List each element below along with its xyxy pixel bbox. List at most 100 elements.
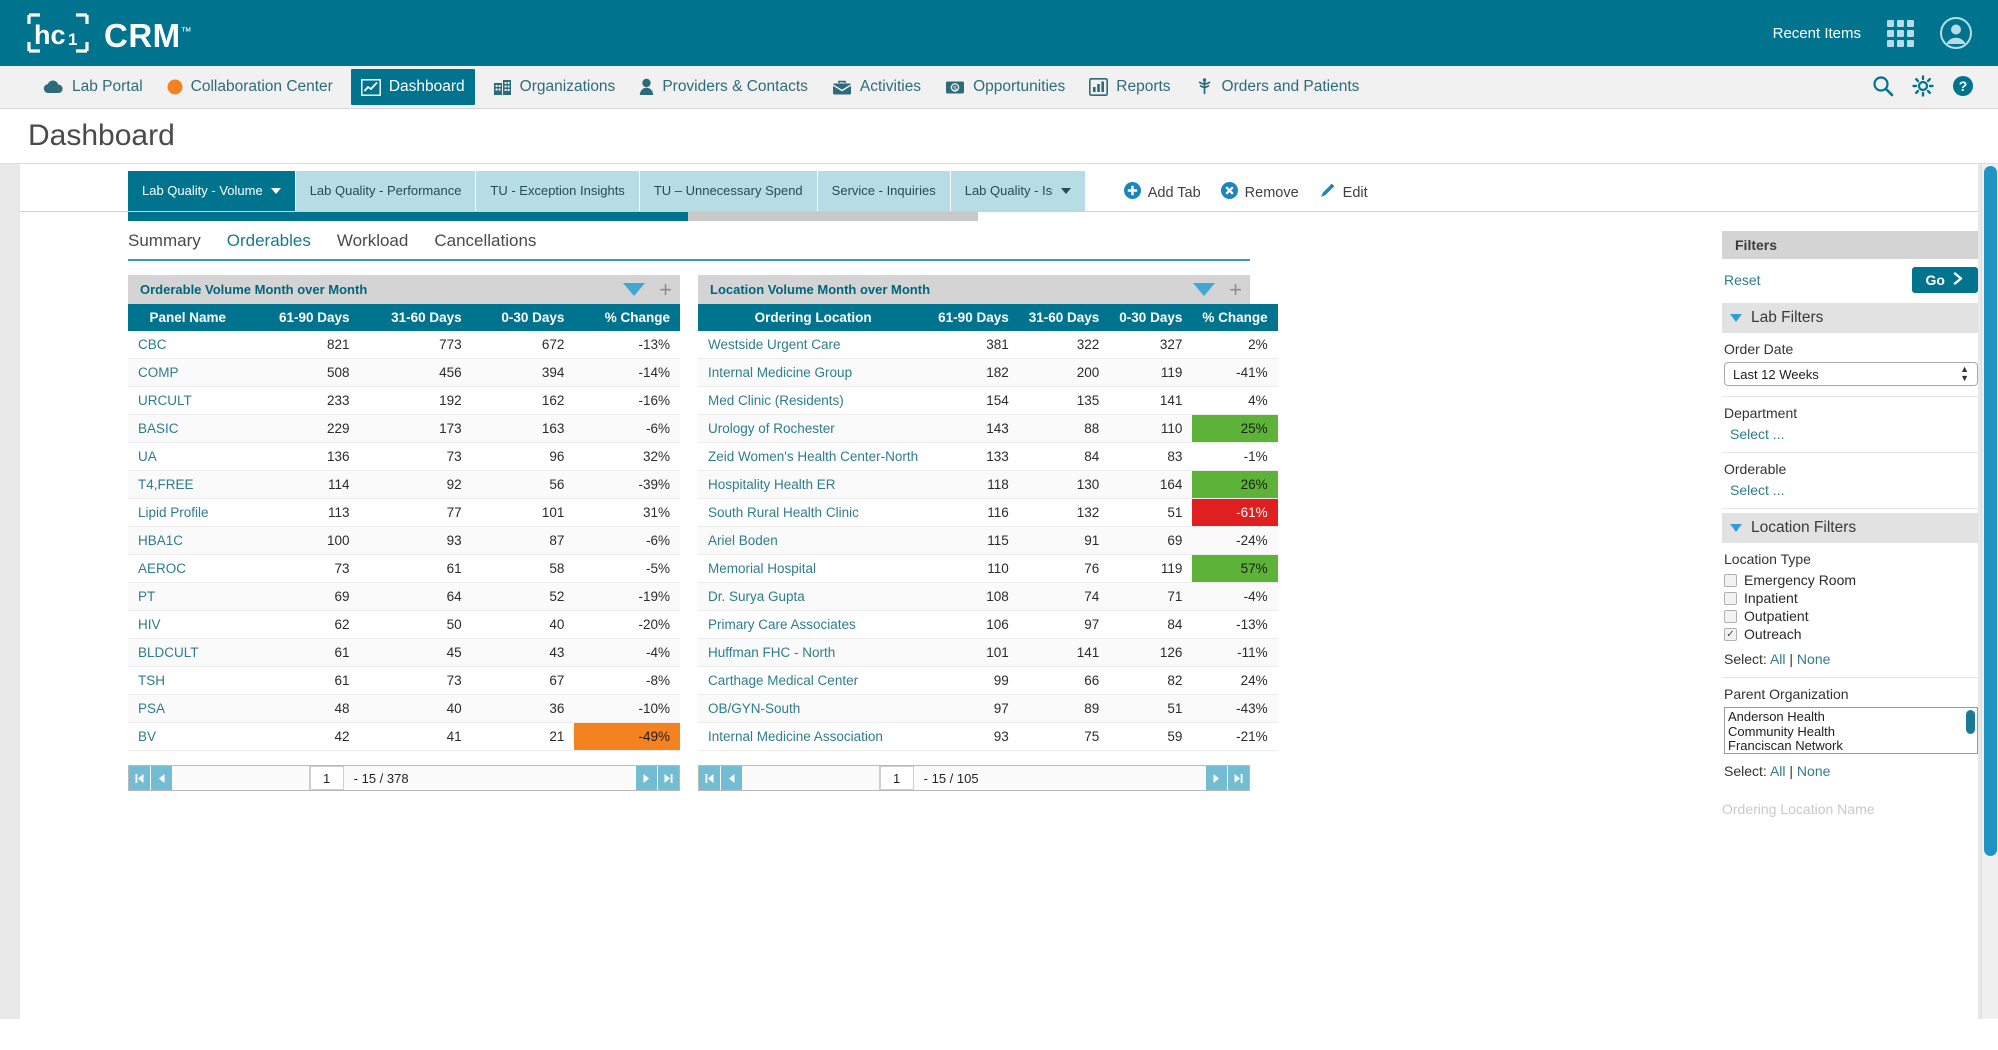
prev-page-button[interactable] [721, 766, 743, 790]
listbox-option[interactable]: Franciscan Network [1728, 738, 1974, 753]
table-row[interactable]: URCULT 233 192 162 -16% [128, 386, 680, 415]
dashboard-tab-lab-quality-volume[interactable]: Lab Quality - Volume [128, 171, 295, 211]
cell-name[interactable]: Primary Care Associates [698, 610, 929, 639]
cell-name[interactable]: T4,FREE [128, 470, 248, 499]
table-row[interactable]: UA 136 73 96 32% [128, 442, 680, 471]
search-icon[interactable] [1872, 75, 1894, 100]
chevron-down-icon[interactable] [270, 187, 281, 194]
col-31-60-days[interactable]: 31-60 Days [359, 304, 472, 331]
table-row[interactable]: PT 69 64 52 -19% [128, 582, 680, 611]
col-0-30-days[interactable]: 0-30 Days [1109, 304, 1193, 331]
cell-name[interactable]: CBC [128, 331, 248, 359]
tab-strip-scrollbar-thumb[interactable] [128, 212, 688, 221]
table-row[interactable]: Lipid Profile 113 77 101 31% [128, 498, 680, 527]
nav-item-opportunities[interactable]: $ Opportunities [933, 66, 1077, 108]
dashboard-tab-lab-quality-issues[interactable]: Lab Quality - Iss [950, 171, 1085, 211]
table-row[interactable]: TSH 61 73 67 -8% [128, 666, 680, 695]
cell-name[interactable]: Dr. Surya Gupta [698, 582, 929, 611]
page-number-input[interactable]: 1 [309, 766, 344, 790]
nav-item-organizations[interactable]: Organizations [481, 66, 628, 108]
widget-add-icon[interactable]: + [1229, 278, 1242, 301]
listbox-scrollbar[interactable] [1966, 710, 1975, 734]
checkbox-inpatient[interactable] [1724, 591, 1737, 605]
table-row[interactable]: BLDCULT 61 45 43 -4% [128, 638, 680, 667]
col-panel-name[interactable]: Panel Name [128, 304, 248, 331]
table-row[interactable]: HIV 62 50 40 -20% [128, 610, 680, 639]
pager-track[interactable] [173, 766, 310, 790]
table-row[interactable]: CBC 821 773 672 -13% [128, 331, 680, 359]
checkbox-row-inpatient[interactable]: Inpatient [1724, 590, 1978, 606]
cell-name[interactable]: South Rural Health Clinic [698, 498, 929, 527]
col-0-30-days[interactable]: 0-30 Days [471, 304, 575, 331]
checkbox-outreach[interactable]: ✓ [1724, 627, 1737, 641]
cell-name[interactable]: Zeid Women's Health Center-North [698, 442, 929, 471]
cell-name[interactable]: HIV [128, 610, 248, 639]
table-row[interactable]: COMP 508 456 394 -14% [128, 358, 680, 387]
table-row[interactable]: HBA1C 100 93 87 -6% [128, 526, 680, 555]
widget-filter-caret-icon[interactable] [1193, 283, 1216, 296]
checkbox-outpatient[interactable] [1724, 609, 1737, 623]
cell-name[interactable]: Ariel Boden [698, 526, 929, 555]
table-row[interactable]: Westside Urgent Care 381 322 327 2% [698, 331, 1278, 359]
table-row[interactable]: Internal Medicine Association 93 75 59 -21% [698, 722, 1278, 751]
dashboard-tab-service-inquiries[interactable]: Service - Inquiries [817, 171, 950, 211]
reset-filters-link[interactable]: Reset [1724, 272, 1761, 288]
listbox-option[interactable]: Anderson Health [1728, 709, 1974, 725]
checkbox-row-emergency-room[interactable]: Emergency Room [1724, 572, 1978, 588]
last-page-button[interactable] [657, 766, 679, 790]
checkbox-row-outpatient[interactable]: Outpatient [1724, 608, 1978, 624]
dashboard-tab-lab-quality-performance[interactable]: Lab Quality - Performance [295, 171, 476, 211]
dashboard-tab-tu-unnecessary-spend[interactable]: TU – Unnecessary Spend [639, 171, 817, 211]
edit-tab-button[interactable]: Edit [1319, 182, 1368, 203]
cell-name[interactable]: Internal Medicine Association [698, 722, 929, 751]
next-page-button[interactable] [1205, 766, 1227, 790]
subtab-cancellations[interactable]: Cancellations [434, 231, 536, 251]
table-row[interactable]: OB/GYN-South 97 89 51 -43% [698, 694, 1278, 723]
recent-items-link[interactable]: Recent Items [1773, 25, 1861, 42]
lab-filters-section-header[interactable]: Lab Filters [1722, 303, 1978, 333]
next-page-button[interactable] [635, 766, 657, 790]
page-scrollbar-thumb[interactable] [1984, 166, 1997, 856]
table-row[interactable]: BASIC 229 173 163 -6% [128, 414, 680, 443]
col-61-90-days[interactable]: 61-90 Days [247, 304, 360, 331]
table-row[interactable]: Zeid Women's Health Center-North 133 84 83 -… [698, 442, 1278, 471]
cell-name[interactable]: Urology of Rochester [698, 414, 929, 443]
widget-add-icon[interactable]: + [659, 278, 672, 301]
nav-item-activities[interactable]: Activities [820, 66, 933, 108]
tab-strip-scrollbar[interactable] [128, 212, 978, 221]
cell-name[interactable]: PSA [128, 694, 248, 723]
nav-item-collaboration-center[interactable]: Collaboration Center [155, 66, 345, 108]
cell-name[interactable]: UA [128, 442, 248, 471]
subtab-summary[interactable]: Summary [128, 231, 201, 251]
add-tab-button[interactable]: Add Tab [1123, 182, 1201, 203]
nav-item-lab-portal[interactable]: Lab Portal [30, 66, 155, 108]
nav-item-orders-and-patients[interactable]: Orders and Patients [1183, 66, 1372, 108]
widget-filter-caret-icon[interactable] [623, 283, 646, 296]
table-row[interactable]: AEROC 73 61 58 -5% [128, 554, 680, 583]
select-all-link[interactable]: All [1770, 763, 1786, 779]
select-none-link[interactable]: None [1797, 651, 1830, 667]
cell-name[interactable]: Westside Urgent Care [698, 331, 929, 359]
table-row[interactable]: Carthage Medical Center 99 66 82 24% [698, 666, 1278, 695]
parent-organization-listbox[interactable]: Anderson Health Community Health Francis… [1724, 707, 1978, 754]
cell-name[interactable]: Huffman FHC - North [698, 638, 929, 667]
cell-name[interactable]: HBA1C [128, 526, 248, 555]
cell-name[interactable]: Memorial Hospital [698, 554, 929, 583]
cell-name[interactable]: Internal Medicine Group [698, 358, 929, 387]
user-avatar-icon[interactable] [1940, 17, 1972, 49]
col-pct-change[interactable]: % Change [1192, 304, 1278, 331]
cell-name[interactable]: BV [128, 722, 248, 751]
table-row[interactable]: Urology of Rochester 143 88 110 25% [698, 414, 1278, 443]
subtab-orderables[interactable]: Orderables [227, 231, 311, 251]
table-row[interactable]: Primary Care Associates 106 97 84 -13% [698, 610, 1278, 639]
cell-name[interactable]: Med Clinic (Residents) [698, 386, 929, 415]
subtab-workload[interactable]: Workload [337, 231, 409, 251]
select-all-link[interactable]: All [1770, 651, 1786, 667]
cell-name[interactable]: AEROC [128, 554, 248, 583]
department-select-link[interactable]: Select ... [1730, 426, 1978, 442]
table-row[interactable]: Med Clinic (Residents) 154 135 141 4% [698, 386, 1278, 415]
nav-item-providers-contacts[interactable]: Providers & Contacts [627, 66, 820, 108]
table-row[interactable]: T4,FREE 114 92 56 -39% [128, 470, 680, 499]
col-31-60-days[interactable]: 31-60 Days [1018, 304, 1110, 331]
page-number-input[interactable]: 1 [879, 766, 914, 790]
